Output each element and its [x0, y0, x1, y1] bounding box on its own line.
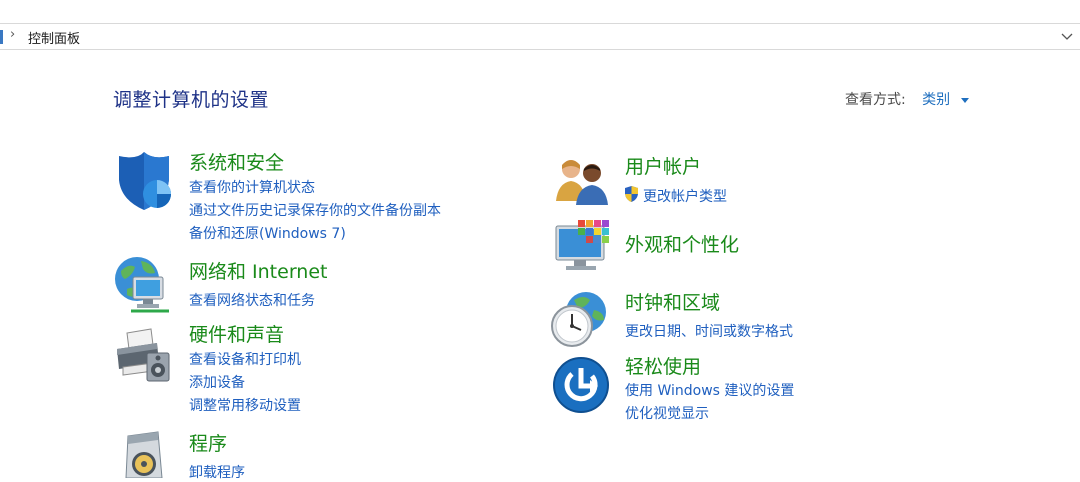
optimize-visual-display-link[interactable]: 优化视觉显示	[625, 403, 709, 423]
users-icon[interactable]	[554, 155, 610, 205]
system-security-title[interactable]: 系统和安全	[189, 148, 284, 175]
programs-disc-icon[interactable]	[118, 430, 170, 478]
use-recommended-settings-link[interactable]: 使用 Windows 建议的设置	[625, 380, 794, 400]
change-account-type-link[interactable]: 更改帐户类型	[643, 186, 727, 206]
address-bar[interactable]: › 控制面板	[0, 23, 1080, 50]
programs-title[interactable]: 程序	[189, 429, 227, 456]
chevron-down-icon[interactable]	[1060, 28, 1074, 44]
user-accounts-title[interactable]: 用户帐户	[625, 152, 701, 179]
page-title: 调整计算机的设置	[113, 89, 270, 111]
breadcrumb-control-panel[interactable]: 控制面板	[28, 28, 80, 47]
clock-region-title[interactable]: 时钟和区域	[625, 288, 720, 315]
clock-globe-icon[interactable]	[550, 290, 610, 348]
view-network-status-link[interactable]: 查看网络状态和任务	[189, 290, 315, 310]
view-by: 查看方式: 类别	[845, 89, 969, 109]
view-by-dropdown[interactable]: 类别	[922, 92, 950, 108]
breadcrumb-chevron-icon[interactable]: ›	[10, 27, 15, 42]
title-bar-area	[0, 0, 1080, 23]
backup-restore-link[interactable]: 备份和还原(Windows 7)	[189, 223, 346, 243]
uninstall-program-link[interactable]: 卸载程序	[189, 462, 245, 482]
view-by-label: 查看方式:	[845, 92, 906, 108]
printer-speaker-icon[interactable]	[113, 327, 175, 385]
control-panel-icon	[0, 30, 3, 44]
mobility-settings-link[interactable]: 调整常用移动设置	[189, 395, 301, 415]
hardware-sound-title[interactable]: 硬件和声音	[189, 320, 284, 347]
add-device-link[interactable]: 添加设备	[189, 372, 245, 392]
appearance-personalization-title[interactable]: 外观和个性化	[625, 230, 739, 257]
uac-shield-icon	[625, 186, 638, 202]
view-computer-status-link[interactable]: 查看你的计算机状态	[189, 177, 315, 197]
caret-down-icon[interactable]	[960, 97, 969, 103]
network-globe-icon[interactable]	[113, 255, 175, 317]
view-devices-printers-link[interactable]: 查看设备和打印机	[189, 349, 301, 369]
ease-of-access-icon[interactable]	[552, 356, 610, 414]
appearance-monitor-icon[interactable]	[554, 218, 612, 276]
file-history-backup-link[interactable]: 通过文件历史记录保存你的文件备份副本	[189, 200, 441, 220]
security-shield-icon[interactable]	[113, 150, 175, 212]
change-date-time-format-link[interactable]: 更改日期、时间或数字格式	[625, 321, 793, 341]
ease-of-access-title[interactable]: 轻松使用	[625, 352, 701, 379]
network-internet-title[interactable]: 网络和 Internet	[189, 257, 327, 284]
